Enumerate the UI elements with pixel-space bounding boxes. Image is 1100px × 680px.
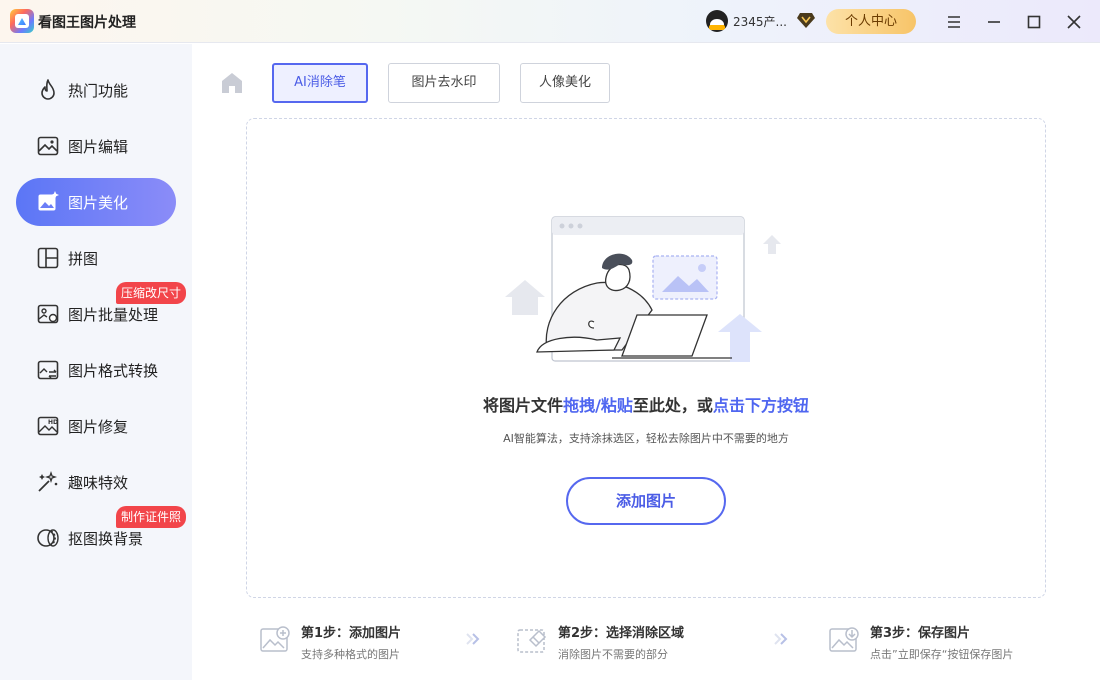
- sidebar-item-batch[interactable]: 图片批量处理: [16, 290, 176, 338]
- user-name[interactable]: 2345产...: [733, 13, 787, 30]
- sidebar-item-convert[interactable]: 图片格式转换: [16, 346, 176, 394]
- step-1: 第1步：添加图片 支持多种格式的图片: [259, 620, 449, 664]
- sidebar-item-collage[interactable]: 拼图: [16, 234, 176, 282]
- add-image-button[interactable]: 添加图片: [566, 477, 726, 525]
- step-desc: 点击”立即保存“按钮保存图片: [870, 648, 1014, 661]
- sidebar-item-label: 拼图: [68, 249, 99, 268]
- fire-icon: [41, 79, 55, 100]
- vip-diamond-icon[interactable]: [797, 12, 815, 28]
- drop-title-highlight: 拖拽/粘贴: [563, 396, 633, 415]
- sidebar: 热门功能 图片编辑 图片美化 拼图 压缩改尺寸 图片批量处理 图片格式转换 HD…: [0, 44, 192, 680]
- user-center-button[interactable]: 个人中心: [826, 9, 916, 34]
- magic-wand-icon: [38, 470, 58, 492]
- tab-portrait-beautify[interactable]: 人像美化: [520, 63, 610, 103]
- sidebar-item-hot[interactable]: 热门功能: [16, 66, 176, 114]
- sidebar-item-label: 趣味特效: [68, 473, 129, 492]
- sidebar-item-label: 图片编辑: [68, 137, 129, 156]
- sidebar-item-beautify[interactable]: 图片美化: [16, 178, 176, 226]
- image-beautify-icon: [38, 191, 59, 211]
- step-2: 第2步：选择消除区域 消除图片不需要的部分: [516, 620, 736, 664]
- maximize-icon[interactable]: [1023, 11, 1045, 33]
- close-icon[interactable]: [1063, 11, 1085, 33]
- menu-icon[interactable]: [943, 11, 965, 33]
- sidebar-item-repair[interactable]: HD 图片修复: [16, 402, 176, 450]
- step-3: 第3步：保存图片 点击”立即保存“按钮保存图片: [828, 620, 1068, 664]
- sidebar-item-label: 图片格式转换: [68, 361, 159, 380]
- step-title: 第3步：保存图片: [870, 626, 971, 641]
- app-logo-icon: [10, 9, 34, 33]
- image-edit-icon: [37, 136, 59, 156]
- cutout-icon: [37, 529, 59, 547]
- app-title: 看图王图片处理: [38, 15, 136, 31]
- qq-avatar-icon[interactable]: [706, 10, 728, 32]
- format-convert-icon: [37, 360, 59, 380]
- sidebar-item-cutout[interactable]: 抠图换背景: [16, 514, 176, 562]
- step-title: 第1步：添加图片: [301, 626, 402, 641]
- sidebar-item-edit[interactable]: 图片编辑: [16, 122, 176, 170]
- step-desc: 支持多种格式的图片: [301, 648, 400, 661]
- drop-title-text: 至此处，或: [632, 396, 713, 415]
- eraser-icon: [517, 629, 547, 653]
- batch-image-icon: [37, 304, 59, 324]
- sidebar-item-effects[interactable]: 趣味特效: [16, 458, 176, 506]
- hd-repair-icon: HD: [37, 416, 59, 436]
- title-bar: 看图王图片处理 2345产... 个人中心: [0, 0, 1100, 43]
- drop-title-highlight: 点击下方按钮: [712, 396, 809, 415]
- upload-illustration: [505, 216, 781, 362]
- sidebar-item-label: 抠图换背景: [68, 529, 144, 548]
- sidebar-item-label: 图片批量处理: [68, 305, 159, 324]
- step-desc: 消除图片不需要的部分: [558, 648, 668, 661]
- drop-subtitle: AI智能算法，支持涂抹选区，轻松去除图片中不需要的地方: [503, 432, 789, 445]
- sidebar-item-label: 图片美化: [68, 193, 129, 212]
- chevron-right-icon: [774, 633, 788, 645]
- drop-title-text: 将图片文件: [483, 396, 564, 415]
- collage-icon: [37, 247, 59, 269]
- sidebar-item-label: 热门功能: [68, 81, 129, 100]
- minimize-icon[interactable]: [983, 11, 1005, 33]
- drop-title: 将图片文件拖拽/粘贴至此处，或点击下方按钮: [246, 392, 1046, 416]
- step-title: 第2步：选择消除区域: [558, 626, 685, 641]
- sidebar-item-label: 图片修复: [68, 417, 129, 436]
- svg-text:HD: HD: [48, 419, 58, 426]
- home-icon[interactable]: [220, 72, 244, 94]
- save-image-icon: [829, 627, 859, 652]
- tab-ai-eraser[interactable]: AI消除笔: [272, 63, 368, 103]
- chevron-right-icon: [466, 633, 480, 645]
- add-image-icon: [260, 626, 290, 652]
- tab-watermark-remove[interactable]: 图片去水印: [388, 63, 500, 103]
